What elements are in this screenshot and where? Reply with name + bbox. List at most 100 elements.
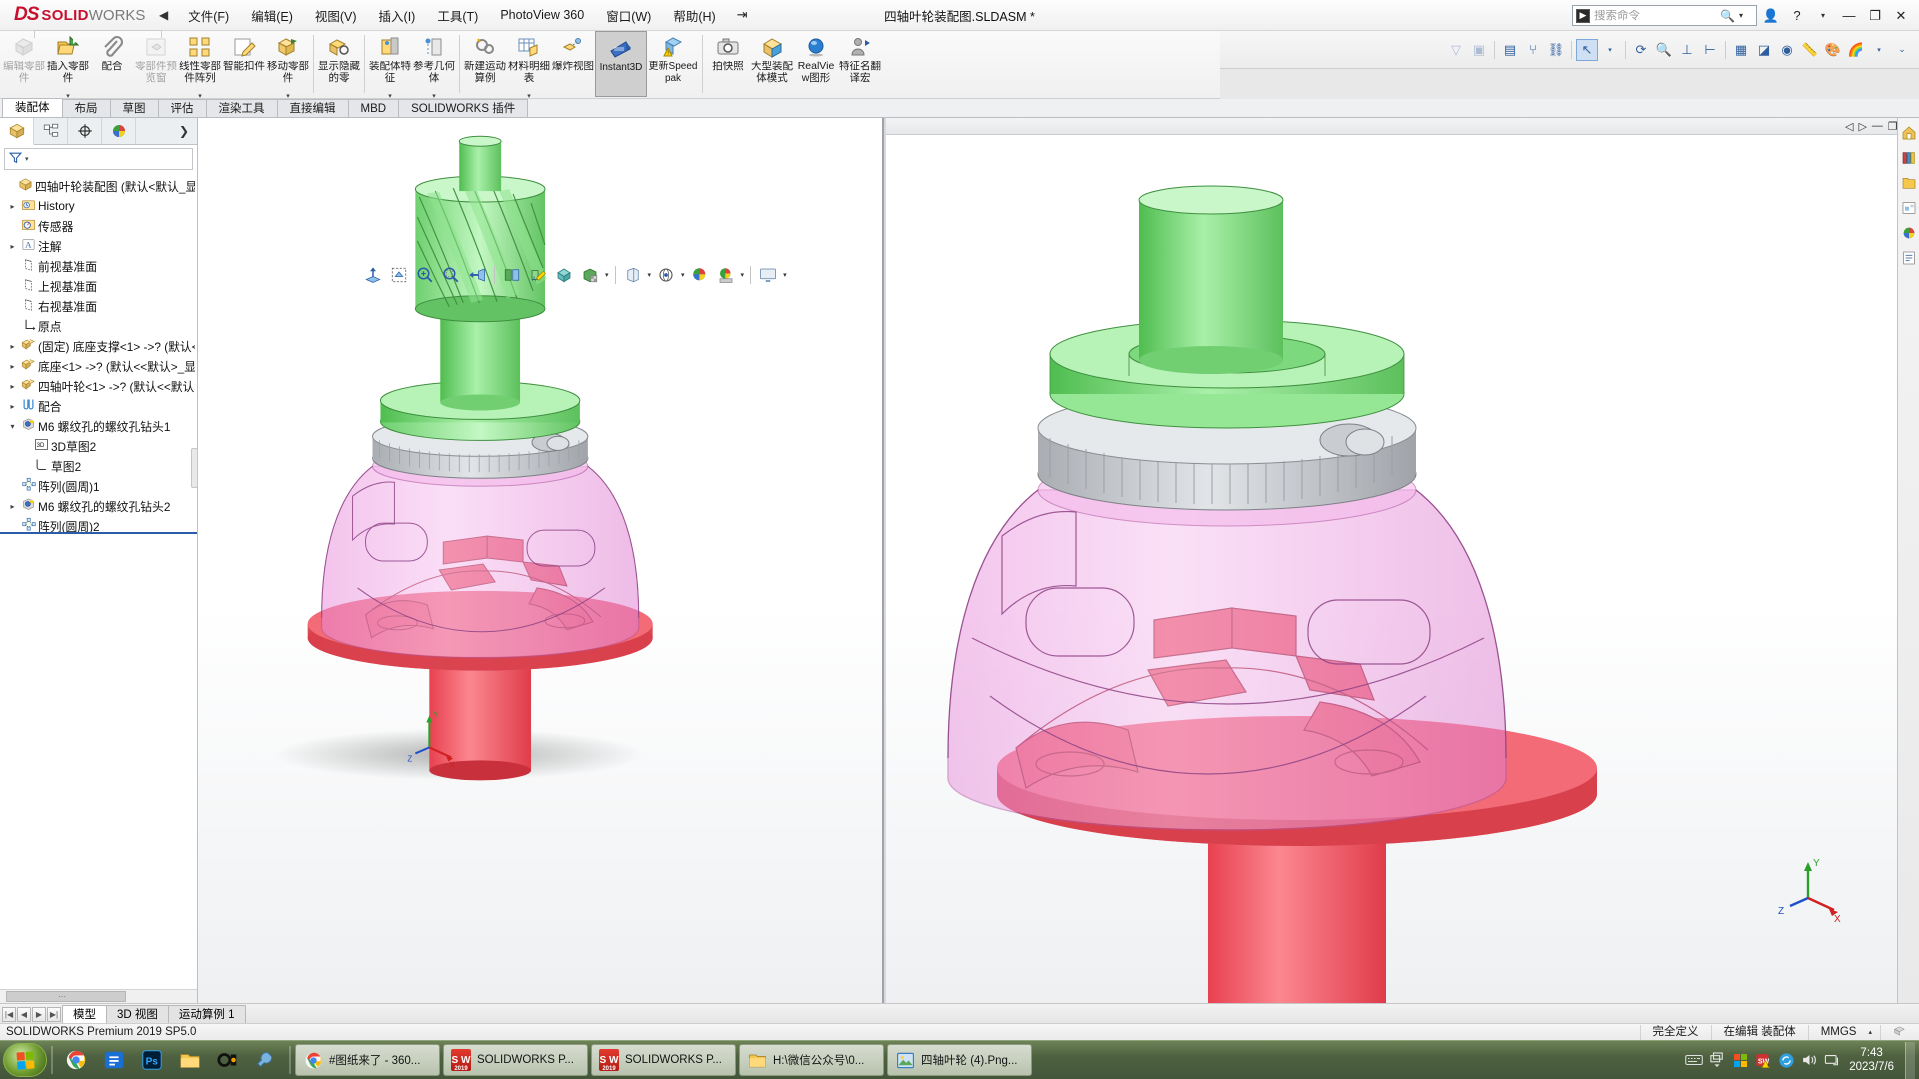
tab-solidworks-addins[interactable]: SOLIDWORKS 插件 (398, 99, 529, 117)
quicklaunch-browser-icon[interactable] (57, 1043, 95, 1077)
panel-resize-grip[interactable] (191, 448, 198, 488)
quicklaunch-explorer-icon[interactable] (171, 1043, 209, 1077)
feature-tree-tab[interactable] (0, 118, 34, 145)
tree-top-plane[interactable]: 上视基准面 (0, 276, 197, 296)
custom-properties-icon[interactable] (1900, 249, 1918, 267)
property-manager-tab[interactable] (34, 118, 68, 144)
section-view-icon[interactable] (439, 263, 463, 287)
insert-component-button[interactable]: 插入零部件 ▾ (46, 31, 90, 100)
large-assembly-mode-button[interactable]: 大型装配体模式 (750, 31, 794, 97)
minimize-button[interactable]: — (1837, 4, 1861, 28)
filter-icon[interactable]: ▽ (1445, 39, 1467, 61)
take-snapshot-button[interactable]: 拍快照 (706, 31, 750, 97)
status-edit-icon[interactable] (1880, 1024, 1919, 1040)
tree-right-plane[interactable]: 右视基准面 (0, 296, 197, 316)
nav-next-icon[interactable]: ▶ (32, 1006, 46, 1022)
tree-hole-wizard-1[interactable]: ▾ M6 螺纹孔的螺纹孔钻头1 (0, 416, 197, 436)
appearance-palette-icon[interactable]: 🎨 (1822, 39, 1844, 61)
tree-part-base-support[interactable]: ▸ (固定) 底座支撑<1> ->? (默认<<黑 (0, 336, 197, 356)
tab-direct-edit[interactable]: 直接编辑 (276, 99, 349, 117)
filter-dropdown-caret-icon[interactable]: ▾ (25, 155, 29, 163)
viewport-left[interactable]: Y X Z (198, 118, 884, 1003)
tree-annotations-twisty[interactable]: ▸ (6, 242, 19, 251)
tree-base-twisty[interactable]: ▸ (6, 362, 19, 371)
tree-hole-wizard-1-twisty[interactable]: ▾ (6, 422, 19, 431)
tab-layout[interactable]: 布局 (61, 99, 111, 117)
start-button[interactable] (3, 1043, 47, 1077)
feature-tree-hscrollbar[interactable]: ⋯ (0, 989, 197, 1003)
nav-last-icon[interactable]: ▶| (47, 1006, 61, 1022)
tree-mates[interactable]: ▸ 配合 (0, 396, 197, 416)
zoom-to-area-icon[interactable] (387, 263, 411, 287)
tab-mbd[interactable]: MBD (347, 99, 400, 117)
tree-hole-wizard-2[interactable]: ▸ M6 螺纹孔的螺纹孔钻头2 (0, 496, 197, 516)
search-input[interactable] (1594, 9, 1716, 22)
edit-appearance-icon[interactable] (552, 263, 576, 287)
restore-button[interactable]: ❐ (1863, 4, 1887, 28)
toolbar-caret-icon[interactable]: ▾ (1868, 39, 1890, 61)
display-style-icon[interactable]: ▦ (1730, 39, 1752, 61)
link-icon[interactable]: ⛓ (1545, 39, 1567, 61)
tree-mates-twisty[interactable]: ▸ (6, 402, 19, 411)
update-speedpak-button[interactable]: ! 更新Speedpak (647, 31, 699, 97)
sw-resources-icon[interactable] (1900, 124, 1918, 142)
tab-motion-study[interactable]: 运动算例 1 (167, 1005, 246, 1023)
tree-history-twisty[interactable]: ▸ (6, 202, 19, 211)
search-icon[interactable]: 🔍 (1720, 9, 1735, 23)
menu-tools[interactable]: 工具(T) (426, 1, 489, 30)
linear-component-pattern-button[interactable]: 线性零部件阵列 ▾ (178, 31, 222, 100)
move-component-button[interactable]: 移动零部件 ▾ (266, 31, 310, 100)
instant3d-button[interactable]: Instant3D (595, 31, 647, 97)
sphere-view-icon[interactable]: ◉ (1776, 39, 1798, 61)
menu-help[interactable]: 帮助(H) (662, 1, 726, 30)
tab-model[interactable]: 模型 (62, 1005, 107, 1023)
tree-part-base[interactable]: ▸ 底座<1> ->? (默认<<默认>_显示丬 (0, 356, 197, 376)
component-preview-window-button[interactable]: 零部件预览窗 (134, 31, 178, 97)
appearance-icon[interactable] (688, 263, 712, 287)
rotate-view-icon[interactable]: ⟳ (1630, 39, 1652, 61)
menu-window[interactable]: 窗口(W) (595, 1, 662, 30)
configuration-manager-tab[interactable] (68, 118, 102, 144)
tree-root[interactable]: 四轴叶轮装配图 (默认<默认_显示状态-1 (0, 176, 197, 196)
new-motion-study-button[interactable]: 新建运动算例 (463, 31, 507, 97)
nav-first-icon[interactable]: |◀ (2, 1006, 16, 1022)
menu-back-arrow-icon[interactable]: ◀ (150, 8, 177, 22)
display-manager-tab[interactable] (102, 118, 136, 144)
taskbar-item-sw2[interactable]: S W 2019 SOLIDWORKS P... (591, 1044, 736, 1076)
measure-icon[interactable]: 📏 (1799, 39, 1821, 61)
design-library-icon[interactable] (1900, 149, 1918, 167)
tree-sensors[interactable]: 传感器 (0, 216, 197, 236)
reference-geometry-button[interactable]: 参考几何体 ▾ (412, 31, 456, 100)
tree-impeller-twisty[interactable]: ▸ (6, 382, 19, 391)
menu-photoview360[interactable]: PhotoView 360 (489, 3, 595, 27)
previous-view-icon[interactable] (413, 263, 437, 287)
tab-3d-views[interactable]: 3D 视图 (106, 1005, 169, 1023)
quicklaunch-app-icon[interactable] (95, 1043, 133, 1077)
filter-dropdown-icon[interactable]: ▣ (1468, 39, 1490, 61)
tree-circular-pattern-1[interactable]: 阵列(圆周)1 (0, 476, 197, 496)
tab-sketch[interactable]: 草图 (109, 99, 159, 117)
select-dropdown-icon[interactable]: ▾ (1599, 39, 1621, 61)
axis-x-icon[interactable]: ⊥ (1676, 39, 1698, 61)
tree-sketch-2[interactable]: 草图2 (0, 456, 197, 476)
taskbar-item-folder[interactable]: H:\微信公众号\0... (739, 1044, 884, 1076)
help-dropdown-icon[interactable]: ▾ (1811, 4, 1835, 28)
exploded-view-button[interactable]: 爆炸视图 (551, 31, 595, 97)
branch-icon[interactable]: ⑂ (1522, 39, 1544, 61)
edit-component-button[interactable]: 编辑零部件 (2, 31, 46, 97)
show-hidden-components-button[interactable]: 显示隐藏的零 (317, 31, 361, 97)
tree-front-plane[interactable]: 前视基准面 (0, 256, 197, 276)
units-dropdown-icon[interactable]: ▴ (1868, 1028, 1880, 1036)
file-explorer-icon[interactable] (1900, 174, 1918, 192)
menu-edit[interactable]: 编辑(E) (240, 1, 304, 30)
search-dropdown-icon[interactable]: ▾ (1739, 11, 1743, 20)
scene-icon[interactable]: 🌈 (1845, 39, 1867, 61)
taskbar-clock[interactable]: 7:43 2023/7/6 (1845, 1046, 1902, 1074)
scene-dropdown-icon[interactable]: ▾ (605, 271, 609, 279)
tray-windows-icon[interactable] (1730, 1049, 1750, 1071)
view-settings-icon[interactable] (621, 263, 645, 287)
menu-insert[interactable]: 插入(I) (368, 1, 427, 30)
tab-evaluate[interactable]: 评估 (157, 99, 207, 117)
tab-render-tools[interactable]: 渲染工具 (205, 99, 278, 117)
view-orientation2-icon[interactable] (654, 263, 678, 287)
